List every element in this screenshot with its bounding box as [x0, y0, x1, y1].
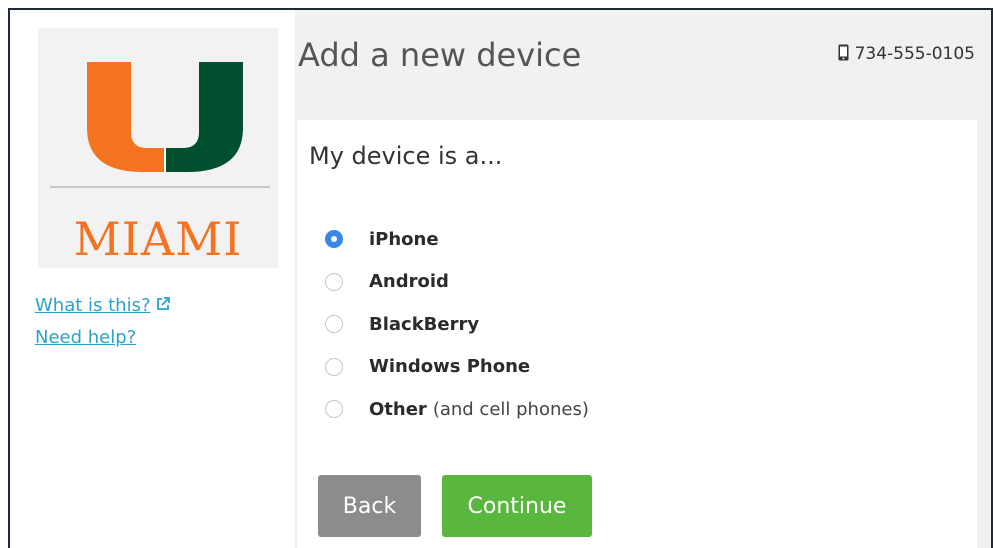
sidebar: MIAMI What is this? Need help? [10, 10, 295, 548]
option-label: BlackBerry [369, 313, 480, 335]
option-other[interactable]: Other (and cell phones) [325, 388, 589, 431]
logo-wordmark: MIAMI [73, 212, 243, 266]
phone-number: 734-555-0105 [838, 44, 975, 64]
device-options: iPhone Android BlackBerry Windows Phone … [325, 218, 589, 431]
option-windows-phone[interactable]: Windows Phone [325, 346, 589, 389]
logo-divider [50, 186, 270, 188]
continue-button[interactable]: Continue [442, 475, 592, 537]
device-prompt: My device is a... [309, 142, 503, 170]
radio-blackberry[interactable] [325, 315, 343, 334]
mobile-phone-icon [838, 44, 849, 61]
page-title: Add a new device [298, 36, 582, 74]
main-content: Add a new device 734-555-0105 My device … [295, 10, 991, 548]
option-note: (and cell phones) [432, 398, 589, 420]
radio-other[interactable] [325, 400, 343, 419]
radio-windows-phone[interactable] [325, 357, 343, 376]
radio-iphone[interactable] [325, 230, 343, 249]
option-label: Other [369, 398, 427, 420]
device-form: My device is a... iPhone Android BlackBe… [297, 120, 977, 548]
external-link-icon [156, 297, 170, 310]
phone-number-text: 734-555-0105 [854, 44, 975, 64]
radio-android[interactable] [325, 272, 343, 291]
what-is-this-label: What is this? [35, 295, 151, 316]
option-label: iPhone [369, 228, 439, 250]
need-help-link[interactable]: Need help? [35, 322, 171, 354]
option-iphone[interactable]: iPhone [325, 218, 589, 261]
option-blackberry[interactable]: BlackBerry [325, 303, 589, 346]
u-logo-icon [87, 62, 243, 172]
help-links: What is this? Need help? [35, 290, 171, 354]
what-is-this-link[interactable]: What is this? [35, 290, 171, 322]
option-android[interactable]: Android [325, 261, 589, 304]
app-frame: MIAMI What is this? Need help? Add a new… [8, 8, 993, 548]
option-label: Android [369, 271, 449, 293]
university-logo: MIAMI [38, 28, 278, 268]
back-button[interactable]: Back [318, 475, 421, 537]
option-label: Windows Phone [369, 356, 531, 378]
